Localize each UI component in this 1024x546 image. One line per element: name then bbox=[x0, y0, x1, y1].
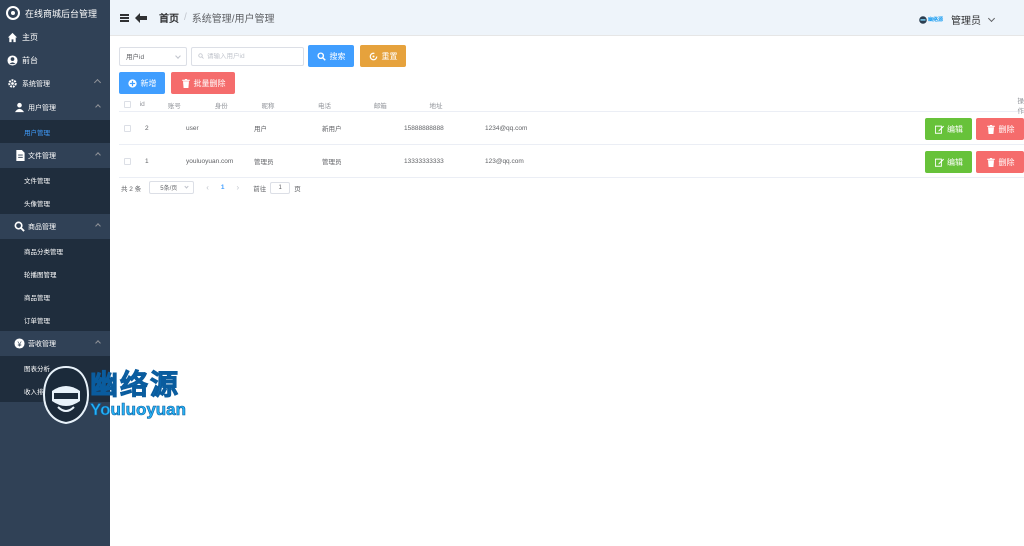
chevron-up-icon bbox=[95, 104, 101, 110]
reset-button[interactable]: 重置 bbox=[360, 45, 406, 67]
delete-button[interactable]: 删除 bbox=[976, 151, 1024, 173]
chevron-down-icon bbox=[987, 14, 996, 22]
goto-label: 前往 bbox=[253, 185, 267, 193]
refresh-icon bbox=[369, 51, 379, 61]
sidebar-group-file[interactable]: 文件管理 bbox=[0, 143, 110, 168]
watermark-en: Youluoyuan bbox=[90, 400, 187, 420]
menu-toggle-icon[interactable] bbox=[120, 13, 129, 22]
app-logo[interactable]: 在线商城后台管理 bbox=[0, 0, 110, 26]
sidebar-item-system[interactable]: 系统管理 bbox=[0, 72, 110, 95]
header-account: 账号 bbox=[167, 102, 181, 110]
table-header: id 账号 身份 昵称 电话 邮箱 地址 操作 bbox=[119, 98, 1024, 115]
trash-icon bbox=[986, 157, 996, 167]
money-icon: ¥ bbox=[14, 338, 25, 349]
main-content: 用户id 搜索 重置 新增 bbox=[110, 36, 1024, 546]
table-row: 2 user 用户 新用户 15888888888 1234@qq.com 编辑 bbox=[119, 112, 1024, 145]
chevron-down-icon bbox=[175, 52, 181, 59]
sidebar: 在线商城后台管理 主页 前台 系统管理 用户管理 用户管理 文件管理 文件管理 … bbox=[0, 0, 110, 546]
search-bar: 用户id 搜索 重置 bbox=[119, 45, 406, 67]
user-name: 管理员 bbox=[951, 16, 981, 27]
pagination-total: 共 2 条 bbox=[121, 185, 142, 193]
edit-button[interactable]: 编辑 bbox=[925, 118, 972, 140]
user-table: id 账号 身份 昵称 电话 邮箱 地址 操作 2 user 用户 新用户 15… bbox=[119, 98, 1024, 178]
sidebar-item-frontend[interactable]: 前台 bbox=[0, 49, 110, 72]
header-nickname: 昵称 bbox=[261, 102, 275, 110]
sidebar-group-revenue[interactable]: ¥ 营收管理 bbox=[0, 331, 110, 356]
search-input-wrapper[interactable] bbox=[191, 46, 304, 66]
header-email: 邮箱 bbox=[373, 102, 387, 110]
watermark-cn: 幽络源 bbox=[89, 369, 181, 400]
chevron-up-icon bbox=[93, 78, 102, 87]
hooded-figure-logo bbox=[42, 365, 90, 425]
header-role: 身份 bbox=[214, 102, 228, 110]
search-input[interactable] bbox=[207, 52, 297, 60]
sidebar-group-goods[interactable]: 商品管理 bbox=[0, 214, 110, 239]
app-title: 在线商城后台管理 bbox=[25, 8, 98, 19]
chevron-down-icon bbox=[184, 184, 189, 189]
breadcrumb-current: 系统管理/用户管理 bbox=[191, 14, 275, 25]
sidebar-item-avatar-management[interactable]: 头像管理 bbox=[0, 191, 110, 214]
trash-icon bbox=[986, 124, 996, 134]
batch-delete-button[interactable]: 批量删除 bbox=[171, 72, 235, 94]
sidebar-item-home[interactable]: 主页 bbox=[0, 26, 110, 49]
header-address: 地址 bbox=[429, 102, 443, 110]
sidebar-item-file-management[interactable]: 文件管理 bbox=[0, 168, 110, 191]
edit-icon bbox=[934, 157, 944, 167]
back-icon[interactable] bbox=[135, 12, 147, 24]
logo-icon bbox=[6, 6, 20, 20]
add-button[interactable]: 新增 bbox=[119, 72, 165, 94]
home-icon bbox=[6, 32, 18, 44]
breadcrumb-separator: / bbox=[184, 12, 187, 23]
user-icon bbox=[14, 102, 25, 113]
add-circle-icon bbox=[128, 78, 138, 88]
next-page-button[interactable]: › bbox=[237, 183, 240, 192]
search-field-select[interactable]: 用户id bbox=[119, 46, 187, 66]
trash-icon bbox=[181, 78, 191, 88]
user-circle-icon bbox=[6, 55, 18, 67]
row-checkbox[interactable] bbox=[124, 124, 131, 132]
gear-icon bbox=[6, 78, 18, 90]
chevron-up-icon bbox=[95, 340, 101, 346]
row-checkbox[interactable] bbox=[124, 157, 131, 165]
sidebar-item-goods-management[interactable]: 商品管理 bbox=[0, 285, 110, 308]
edit-icon bbox=[934, 124, 944, 134]
chevron-up-icon bbox=[95, 152, 101, 158]
sidebar-item-order-management[interactable]: 订单管理 bbox=[0, 308, 110, 331]
goto-suffix: 页 bbox=[294, 185, 301, 193]
edit-button[interactable]: 编辑 bbox=[925, 151, 972, 173]
page-number[interactable]: 1 bbox=[221, 184, 225, 191]
user-menu[interactable]: 幽络源 管理员 bbox=[919, 12, 996, 27]
goto-page-input[interactable]: 1 bbox=[270, 181, 291, 194]
prev-page-button[interactable]: ‹ bbox=[206, 183, 209, 192]
breadcrumb-home[interactable]: 首页 bbox=[159, 10, 179, 25]
select-all-checkbox[interactable] bbox=[124, 101, 131, 108]
page-size-select[interactable]: 5条/页 bbox=[149, 181, 195, 194]
sidebar-item-carousel-management[interactable]: 轮播图管理 bbox=[0, 262, 110, 285]
header-phone: 电话 bbox=[317, 102, 331, 110]
delete-button[interactable]: 删除 bbox=[976, 118, 1024, 140]
sidebar-item-category-management[interactable]: 商品分类管理 bbox=[0, 239, 110, 262]
avatar-text: 幽络源 bbox=[928, 17, 944, 23]
chevron-up-icon bbox=[95, 223, 101, 229]
header-id: id bbox=[139, 101, 145, 108]
avatar: 幽络源 bbox=[919, 14, 945, 26]
search-icon bbox=[317, 51, 327, 61]
action-bar: 新增 批量删除 bbox=[119, 72, 235, 94]
table-row: 1 youluoyuan.com 管理员 管理员 13333333333 123… bbox=[119, 145, 1024, 178]
top-header: 首页 / 系统管理/用户管理 幽络源 管理员 bbox=[110, 0, 1024, 36]
file-icon bbox=[14, 150, 25, 161]
sidebar-group-user[interactable]: 用户管理 bbox=[0, 95, 110, 120]
search-button[interactable]: 搜索 bbox=[308, 45, 354, 67]
search-icon bbox=[198, 53, 204, 59]
watermark: 幽络源 Youluoyuan bbox=[40, 365, 186, 425]
search-icon bbox=[14, 221, 25, 232]
pagination: 共 2 条 5条/页 ‹ 1 › 前往 1 页 bbox=[121, 181, 301, 194]
sidebar-item-user-management[interactable]: 用户管理 bbox=[0, 120, 110, 143]
